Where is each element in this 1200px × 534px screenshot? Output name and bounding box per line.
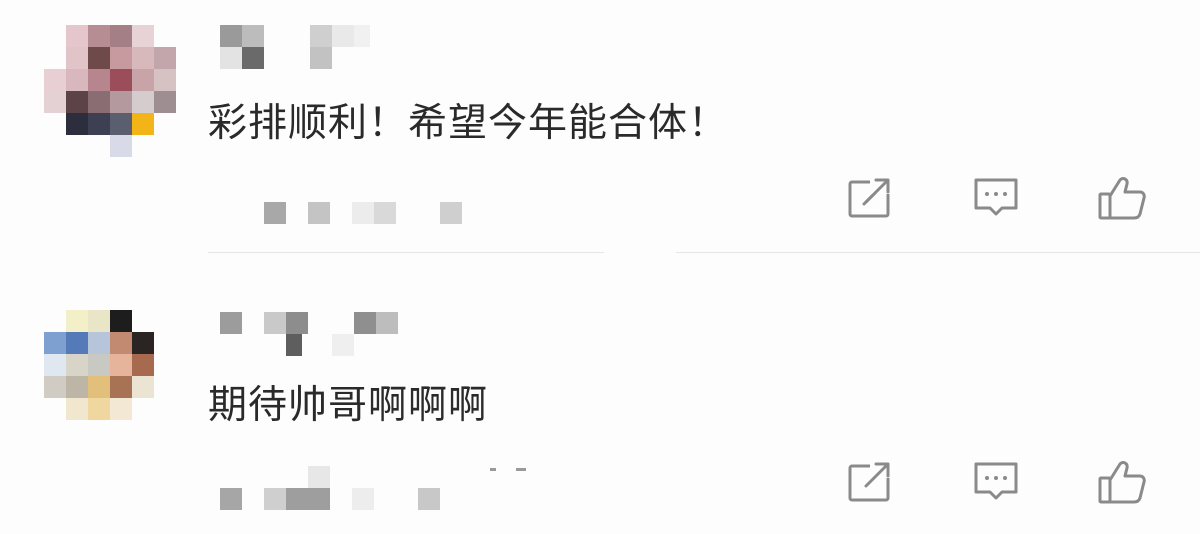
share-button[interactable] [844,458,896,506]
comment-item: 期待帅哥啊啊啊 [0,254,1200,534]
username-mosaic[interactable] [220,312,400,356]
divider [208,252,604,253]
comment-meta-mosaic [220,462,540,510]
comment-item: 彩排顺利！希望今年能合体！ [0,0,1200,254]
comment-text: 彩排顺利！希望今年能合体！ [208,101,729,146]
comment-text: 期待帅哥啊啊啊 [208,383,489,428]
thumbs-up-icon [1098,461,1146,504]
share-icon [848,178,892,218]
thumbs-up-icon [1098,177,1146,220]
comment-meta-mosaic [220,198,480,228]
username-mosaic[interactable] [220,25,380,69]
reply-button[interactable] [970,174,1022,222]
reply-button[interactable] [970,458,1022,506]
avatar[interactable] [44,25,176,157]
like-button[interactable] [1096,458,1148,506]
comment-list: 彩排顺利！希望今年能合体！ 期待帅哥啊啊啊 [0,0,1200,534]
divider [676,252,1200,253]
comment-icon [974,178,1018,216]
avatar[interactable] [44,310,176,442]
share-button[interactable] [844,174,896,222]
share-icon [848,462,892,502]
like-button[interactable] [1096,174,1148,222]
comment-icon [974,462,1018,500]
